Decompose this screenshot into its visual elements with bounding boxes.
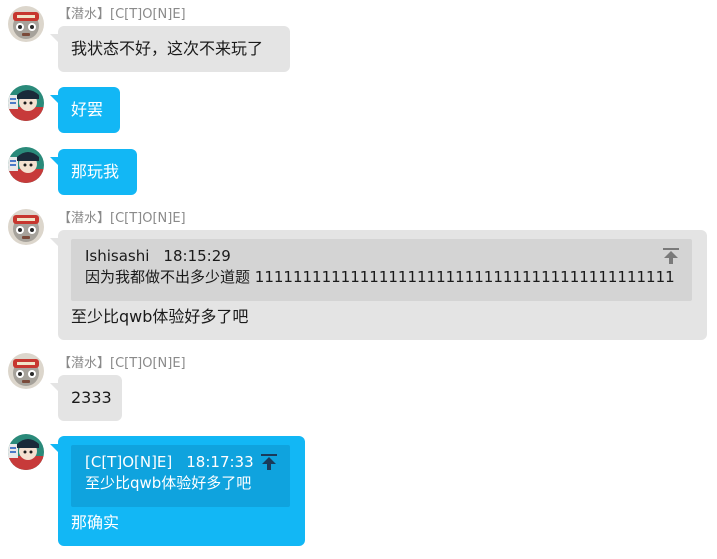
character-avatar-icon [8, 147, 44, 183]
quote-time: 18:15:29 [163, 247, 231, 265]
quote-time: 18:17:33 [186, 453, 254, 471]
avatar[interactable] [8, 85, 44, 121]
chat-window: 【潜水】[C[T]O[N]E] 我状态不好，这次不来玩了 好罢 那玩我 【潜水】… [0, 0, 717, 559]
avatar[interactable] [8, 434, 44, 470]
quote-author: Ishisashi [85, 247, 150, 265]
quote-text: 至少比qwb体验好多了吧 [85, 474, 252, 492]
avatar[interactable] [8, 209, 44, 245]
avatar[interactable] [8, 147, 44, 183]
message-bubble[interactable]: 那玩我 [58, 149, 137, 195]
jump-to-top-icon[interactable] [260, 453, 278, 471]
quoted-message[interactable]: [C[T]O[N]E] 18:17:33 至少比qwb体验好多了吧 [71, 445, 290, 507]
quoted-message[interactable]: Ishisashi 18:15:29 因为我都做不出多少道题 1111111111… [71, 239, 692, 301]
avatar[interactable] [8, 353, 44, 389]
cat-avatar-icon [8, 6, 44, 42]
message-bubble[interactable]: 我状态不好，这次不来玩了 [58, 26, 290, 72]
cat-avatar-icon [8, 209, 44, 245]
message-bubble[interactable]: Ishisashi 18:15:29 因为我都做不出多少道题 1111111111… [58, 230, 707, 340]
quote-author: [C[T]O[N]E] [85, 453, 173, 471]
message-bubble[interactable]: 2333 [58, 375, 122, 421]
quote-header: [C[T]O[N]E] 18:17:33 [85, 452, 254, 472]
sender-name: 【潜水】[C[T]O[N]E] [58, 211, 186, 226]
character-avatar-icon [8, 85, 44, 121]
sender-name: 【潜水】[C[T]O[N]E] [58, 7, 186, 22]
avatar[interactable] [8, 6, 44, 42]
message-text: 2333 [71, 388, 112, 407]
character-avatar-icon [8, 434, 44, 470]
jump-to-top-icon[interactable] [662, 247, 680, 265]
message-text: 那确实 [71, 513, 120, 532]
message-text: 至少比qwb体验好多了吧 [71, 307, 249, 326]
message-text: 好罢 [71, 100, 104, 119]
message-bubble[interactable]: [C[T]O[N]E] 18:17:33 至少比qwb体验好多了吧 那确实 [58, 436, 305, 546]
quote-header: Ishisashi 18:15:29 [85, 246, 231, 266]
cat-avatar-icon [8, 353, 44, 389]
sender-name: 【潜水】[C[T]O[N]E] [58, 356, 186, 371]
message-text: 我状态不好，这次不来玩了 [71, 39, 264, 58]
quote-text: 因为我都做不出多少道题 1111111111111111111111111111… [85, 268, 675, 286]
message-text: 那玩我 [71, 162, 120, 181]
message-bubble[interactable]: 好罢 [58, 87, 120, 133]
